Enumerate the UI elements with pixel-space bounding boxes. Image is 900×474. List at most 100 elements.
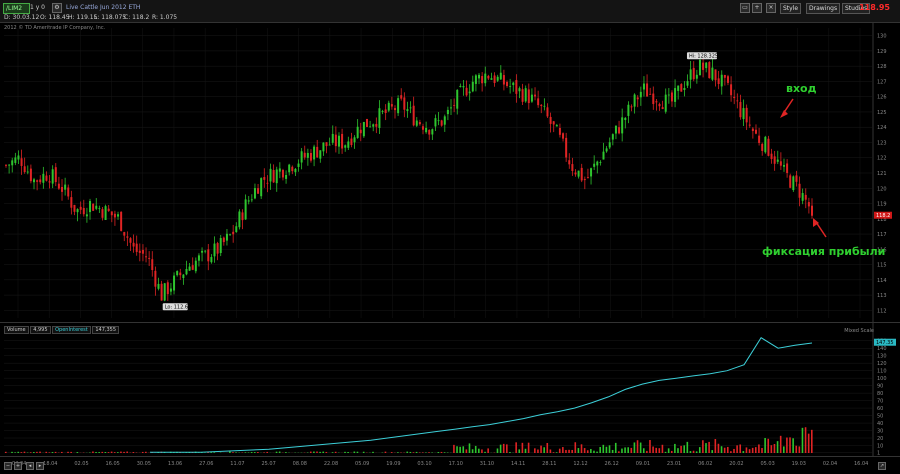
candle-body bbox=[730, 84, 732, 95]
volume-label[interactable]: Volume bbox=[4, 326, 29, 334]
candle-body bbox=[631, 106, 633, 107]
volume-bar bbox=[481, 449, 483, 453]
volume-bar bbox=[637, 440, 639, 453]
volume-bar bbox=[266, 452, 268, 453]
volume-bar bbox=[416, 452, 418, 453]
candle-body bbox=[101, 209, 103, 218]
candle-body bbox=[400, 95, 402, 98]
candle-body bbox=[55, 167, 57, 182]
candle-body bbox=[749, 125, 751, 126]
volume-bar bbox=[279, 452, 281, 453]
volume-bar bbox=[469, 443, 471, 453]
volume-bar bbox=[17, 452, 19, 453]
candle-body bbox=[771, 154, 773, 159]
candle-body bbox=[326, 142, 328, 146]
candle-body bbox=[789, 175, 791, 187]
symbol-selector[interactable]: /LIM2 bbox=[3, 3, 30, 14]
volume-bar bbox=[687, 442, 689, 453]
candle-body bbox=[391, 104, 393, 106]
candle-body bbox=[652, 94, 654, 104]
volume-bar bbox=[808, 434, 810, 453]
volume-bar bbox=[406, 452, 408, 453]
volume-bar bbox=[142, 452, 144, 453]
candle-body bbox=[195, 261, 197, 272]
last-price: 118.95 bbox=[859, 3, 890, 12]
candle-body bbox=[80, 207, 82, 210]
expand-icon[interactable]: ↗ bbox=[878, 462, 886, 470]
candle-body bbox=[637, 97, 639, 99]
volume-bar bbox=[422, 452, 424, 453]
volume-bar bbox=[662, 445, 664, 453]
candle-body bbox=[319, 150, 321, 158]
candle-body bbox=[571, 164, 573, 171]
candle-body bbox=[117, 214, 119, 216]
price-chart-panel[interactable]: 2012 © TD Ameritrade IP Company, Inc. 11… bbox=[0, 22, 900, 322]
zoom-in-icon[interactable]: + bbox=[14, 462, 22, 470]
price-chart[interactable]: 1121131141151161171181191201211221231241… bbox=[0, 22, 900, 322]
scroll-right-icon[interactable]: ▸ bbox=[36, 462, 44, 470]
interval-label[interactable]: 1 y 0 bbox=[30, 4, 45, 11]
volume-bar bbox=[459, 447, 461, 453]
candle-body bbox=[192, 265, 194, 270]
candle-body bbox=[139, 251, 141, 253]
volume-bar bbox=[799, 446, 801, 453]
time-axis[interactable]: 04.0418.0402.0516.0530.0513.0627.0611.07… bbox=[0, 456, 900, 474]
zoom-out-icon[interactable]: − bbox=[4, 462, 12, 470]
crosshair-icon[interactable]: + bbox=[752, 3, 762, 13]
close-icon[interactable]: × bbox=[766, 3, 776, 13]
price-tick-label: 126 bbox=[877, 95, 887, 101]
candle-body bbox=[618, 127, 620, 133]
candle-body bbox=[469, 92, 471, 94]
candle-body bbox=[335, 135, 337, 146]
volume-bar bbox=[599, 447, 601, 453]
style-button[interactable]: Style bbox=[780, 3, 801, 14]
volume-bar bbox=[609, 445, 611, 453]
price-tick-label: 127 bbox=[877, 79, 887, 85]
candle-body bbox=[67, 188, 69, 197]
candle-body bbox=[602, 152, 604, 160]
volume-bar bbox=[652, 447, 654, 453]
price-tick-label: 115 bbox=[877, 263, 887, 269]
volume-tick-label: 50 bbox=[877, 414, 883, 420]
candle-body bbox=[475, 75, 477, 84]
scroll-left-icon[interactable]: ◂ bbox=[26, 462, 34, 470]
volume-tick-label: 140 bbox=[877, 346, 887, 352]
time-tick-label: 19.03 bbox=[792, 461, 806, 467]
volume-bar bbox=[472, 449, 474, 453]
volume-chart[interactable]: 1102030405060708090100110120130140150 14… bbox=[0, 323, 900, 457]
volume-tick-label: 60 bbox=[877, 406, 883, 412]
volume-bar bbox=[55, 452, 57, 453]
oi-label[interactable]: OpenInterest bbox=[52, 326, 91, 334]
time-tick-label: 13.06 bbox=[168, 461, 182, 467]
candle-body bbox=[198, 255, 200, 260]
volume-bar bbox=[584, 448, 586, 453]
candle-body bbox=[733, 97, 735, 98]
volume-bar bbox=[724, 448, 726, 453]
volume-bar bbox=[509, 452, 511, 453]
candle-body bbox=[515, 80, 517, 94]
volume-panel[interactable]: 1102030405060708090100110120130140150 14… bbox=[0, 322, 900, 457]
volume-bar bbox=[117, 452, 119, 453]
volume-bar bbox=[263, 452, 265, 453]
candle-body bbox=[500, 73, 502, 80]
candle-body bbox=[95, 206, 97, 209]
candle-body bbox=[322, 143, 324, 152]
toggle-icon[interactable]: ▭ bbox=[740, 3, 750, 13]
volume-bar bbox=[743, 451, 745, 453]
volume-bar bbox=[49, 452, 51, 453]
volume-bar bbox=[67, 452, 69, 453]
volume-bar bbox=[126, 452, 128, 453]
volume-bar bbox=[730, 451, 732, 453]
gear-icon[interactable]: ⚙ bbox=[52, 3, 62, 13]
candle-body bbox=[627, 105, 629, 116]
price-tick-label: 125 bbox=[877, 110, 887, 116]
volume-bar bbox=[543, 447, 545, 453]
volume-bar bbox=[534, 448, 536, 453]
candle-body bbox=[207, 249, 209, 261]
candle-body bbox=[546, 107, 548, 116]
candle-body bbox=[64, 185, 66, 190]
volume-bar bbox=[761, 448, 763, 453]
candle-body bbox=[176, 271, 178, 275]
candle-body bbox=[14, 157, 16, 163]
drawings-button[interactable]: Drawings bbox=[806, 3, 840, 14]
